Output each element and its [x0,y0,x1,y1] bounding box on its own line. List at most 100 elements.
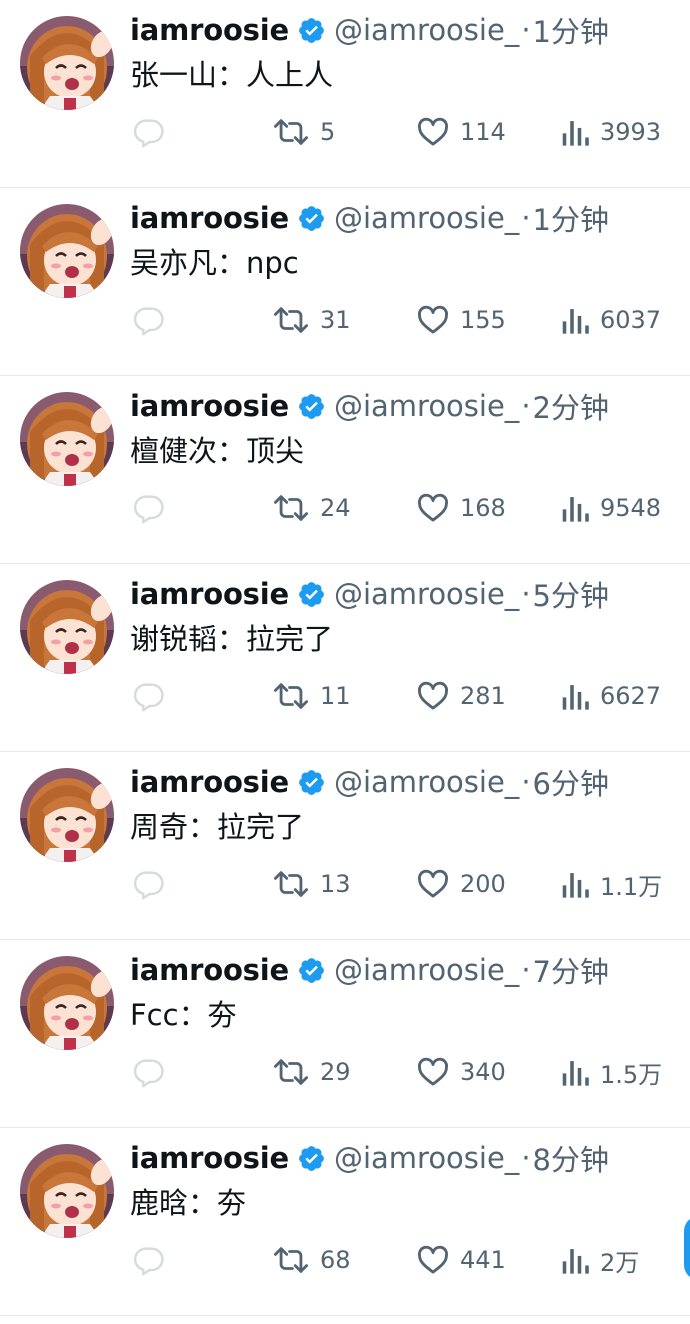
tweet-text: 吴亦凡：npc [130,246,299,280]
reply-icon [132,303,166,337]
user-handle[interactable]: @iamroosie_ [334,577,519,611]
tweet-item[interactable]: iamroosie @iamroosie_ · 8分钟 鹿晗：夯 68 441 … [0,1128,690,1316]
timestamp[interactable]: 2分钟 [533,385,609,427]
reply-button[interactable] [132,862,166,906]
reply-button[interactable] [132,674,166,718]
reply-button[interactable] [132,486,166,530]
timestamp[interactable]: 5分钟 [533,573,609,615]
retweet-button[interactable]: 11 [272,674,351,718]
views-button[interactable]: 6627 [560,674,661,718]
tweet-item[interactable]: iamroosie @iamroosie_ · 5分钟 谢锐韬：拉完了 11 2… [0,564,690,752]
tweet-item[interactable]: iamroosie @iamroosie_ · 7分钟 Fcc：夯 29 340… [0,940,690,1128]
display-name[interactable]: iamroosie [130,577,289,611]
avatar[interactable] [20,392,114,486]
like-count: 155 [460,306,506,334]
reply-button[interactable] [132,1238,166,1282]
timeline-feed: iamroosie @iamroosie_ · 1分钟 张一山：人上人 5 11… [0,0,690,1316]
user-handle[interactable]: @iamroosie_ [334,13,519,47]
like-count: 114 [460,118,506,146]
separator-dot: · [521,201,531,235]
reply-icon [132,1243,166,1277]
user-handle[interactable]: @iamroosie_ [334,953,519,987]
timestamp[interactable]: 8分钟 [533,1137,609,1179]
like-button[interactable]: 340 [416,1050,506,1094]
retweet-count: 13 [320,870,351,898]
like-count: 441 [460,1246,506,1274]
separator-dot: · [521,1141,531,1175]
tweet-actions: 11 281 6627 [0,674,690,718]
avatar[interactable] [20,768,114,862]
display-name[interactable]: iamroosie [130,765,289,799]
tweet-actions: 29 340 1.5万 [0,1050,690,1094]
like-button[interactable]: 200 [416,862,506,906]
retweet-button[interactable]: 24 [272,486,351,530]
tweet-header: iamroosie @iamroosie_ · 8分钟 [130,1136,609,1180]
user-handle[interactable]: @iamroosie_ [334,201,519,235]
retweet-button[interactable]: 13 [272,862,351,906]
reply-icon [132,867,166,901]
retweet-button[interactable]: 29 [272,1050,351,1094]
views-button[interactable]: 3993 [560,110,661,154]
retweet-count: 11 [320,682,351,710]
views-count: 1.1万 [600,872,663,901]
views-icon [560,1055,590,1089]
tweet-text: 谢锐韬：拉完了 [130,622,334,656]
retweet-count: 31 [320,306,351,334]
reply-button[interactable] [132,110,166,154]
like-button[interactable]: 155 [416,298,506,342]
retweet-button[interactable]: 31 [272,298,351,342]
timestamp[interactable]: 6分钟 [533,761,609,803]
verified-badge-icon [297,392,326,421]
timestamp[interactable]: 7分钟 [533,949,609,991]
verified-badge-icon [297,16,326,45]
retweet-button[interactable]: 5 [272,110,335,154]
views-button[interactable]: 1.1万 [560,862,662,906]
verified-badge-icon [297,1144,326,1173]
views-count: 2万 [600,1248,640,1277]
retweet-count: 29 [320,1058,351,1086]
user-handle[interactable]: @iamroosie_ [334,1141,519,1175]
tweet-item[interactable]: iamroosie @iamroosie_ · 6分钟 周奇：拉完了 13 20… [0,752,690,940]
timestamp[interactable]: 1分钟 [533,197,609,239]
tweet-item[interactable]: iamroosie @iamroosie_ · 2分钟 檀健次：顶尖 24 16… [0,376,690,564]
floating-compose-button-edge[interactable] [684,1216,690,1280]
views-count: 6627 [600,682,662,710]
avatar[interactable] [20,204,114,298]
display-name[interactable]: iamroosie [130,13,289,47]
display-name[interactable]: iamroosie [130,201,289,235]
user-handle[interactable]: @iamroosie_ [334,389,519,423]
heart-icon [416,1243,450,1277]
views-icon [560,1243,590,1277]
display-name[interactable]: iamroosie [130,953,289,987]
views-button[interactable]: 2万 [560,1238,639,1282]
reply-icon [132,491,166,525]
reply-button[interactable] [132,1050,166,1094]
views-button[interactable]: 6037 [560,298,661,342]
avatar[interactable] [20,956,114,1050]
user-handle[interactable]: @iamroosie_ [334,765,519,799]
tweet-text: 周奇：拉完了 [130,810,305,844]
views-button[interactable]: 9548 [560,486,661,530]
retweet-button[interactable]: 68 [272,1238,351,1282]
retweet-icon [272,867,310,901]
tweet-actions: 5 114 3993 [0,110,690,154]
like-button[interactable]: 168 [416,486,506,530]
like-button[interactable]: 281 [416,674,506,718]
tweet-item[interactable]: iamroosie @iamroosie_ · 1分钟 张一山：人上人 5 11… [0,0,690,188]
avatar[interactable] [20,580,114,674]
timestamp[interactable]: 1分钟 [533,9,609,51]
like-count: 168 [460,494,506,522]
like-button[interactable]: 441 [416,1238,506,1282]
tweet-item[interactable]: iamroosie @iamroosie_ · 1分钟 吴亦凡：npc 31 1… [0,188,690,376]
views-icon [560,679,590,713]
display-name[interactable]: iamroosie [130,1141,289,1175]
like-count: 340 [460,1058,506,1086]
reply-icon [132,115,166,149]
avatar[interactable] [20,1144,114,1238]
display-name[interactable]: iamroosie [130,389,289,423]
separator-dot: · [521,389,531,423]
avatar[interactable] [20,16,114,110]
views-button[interactable]: 1.5万 [560,1050,662,1094]
like-button[interactable]: 114 [416,110,506,154]
reply-button[interactable] [132,298,166,342]
